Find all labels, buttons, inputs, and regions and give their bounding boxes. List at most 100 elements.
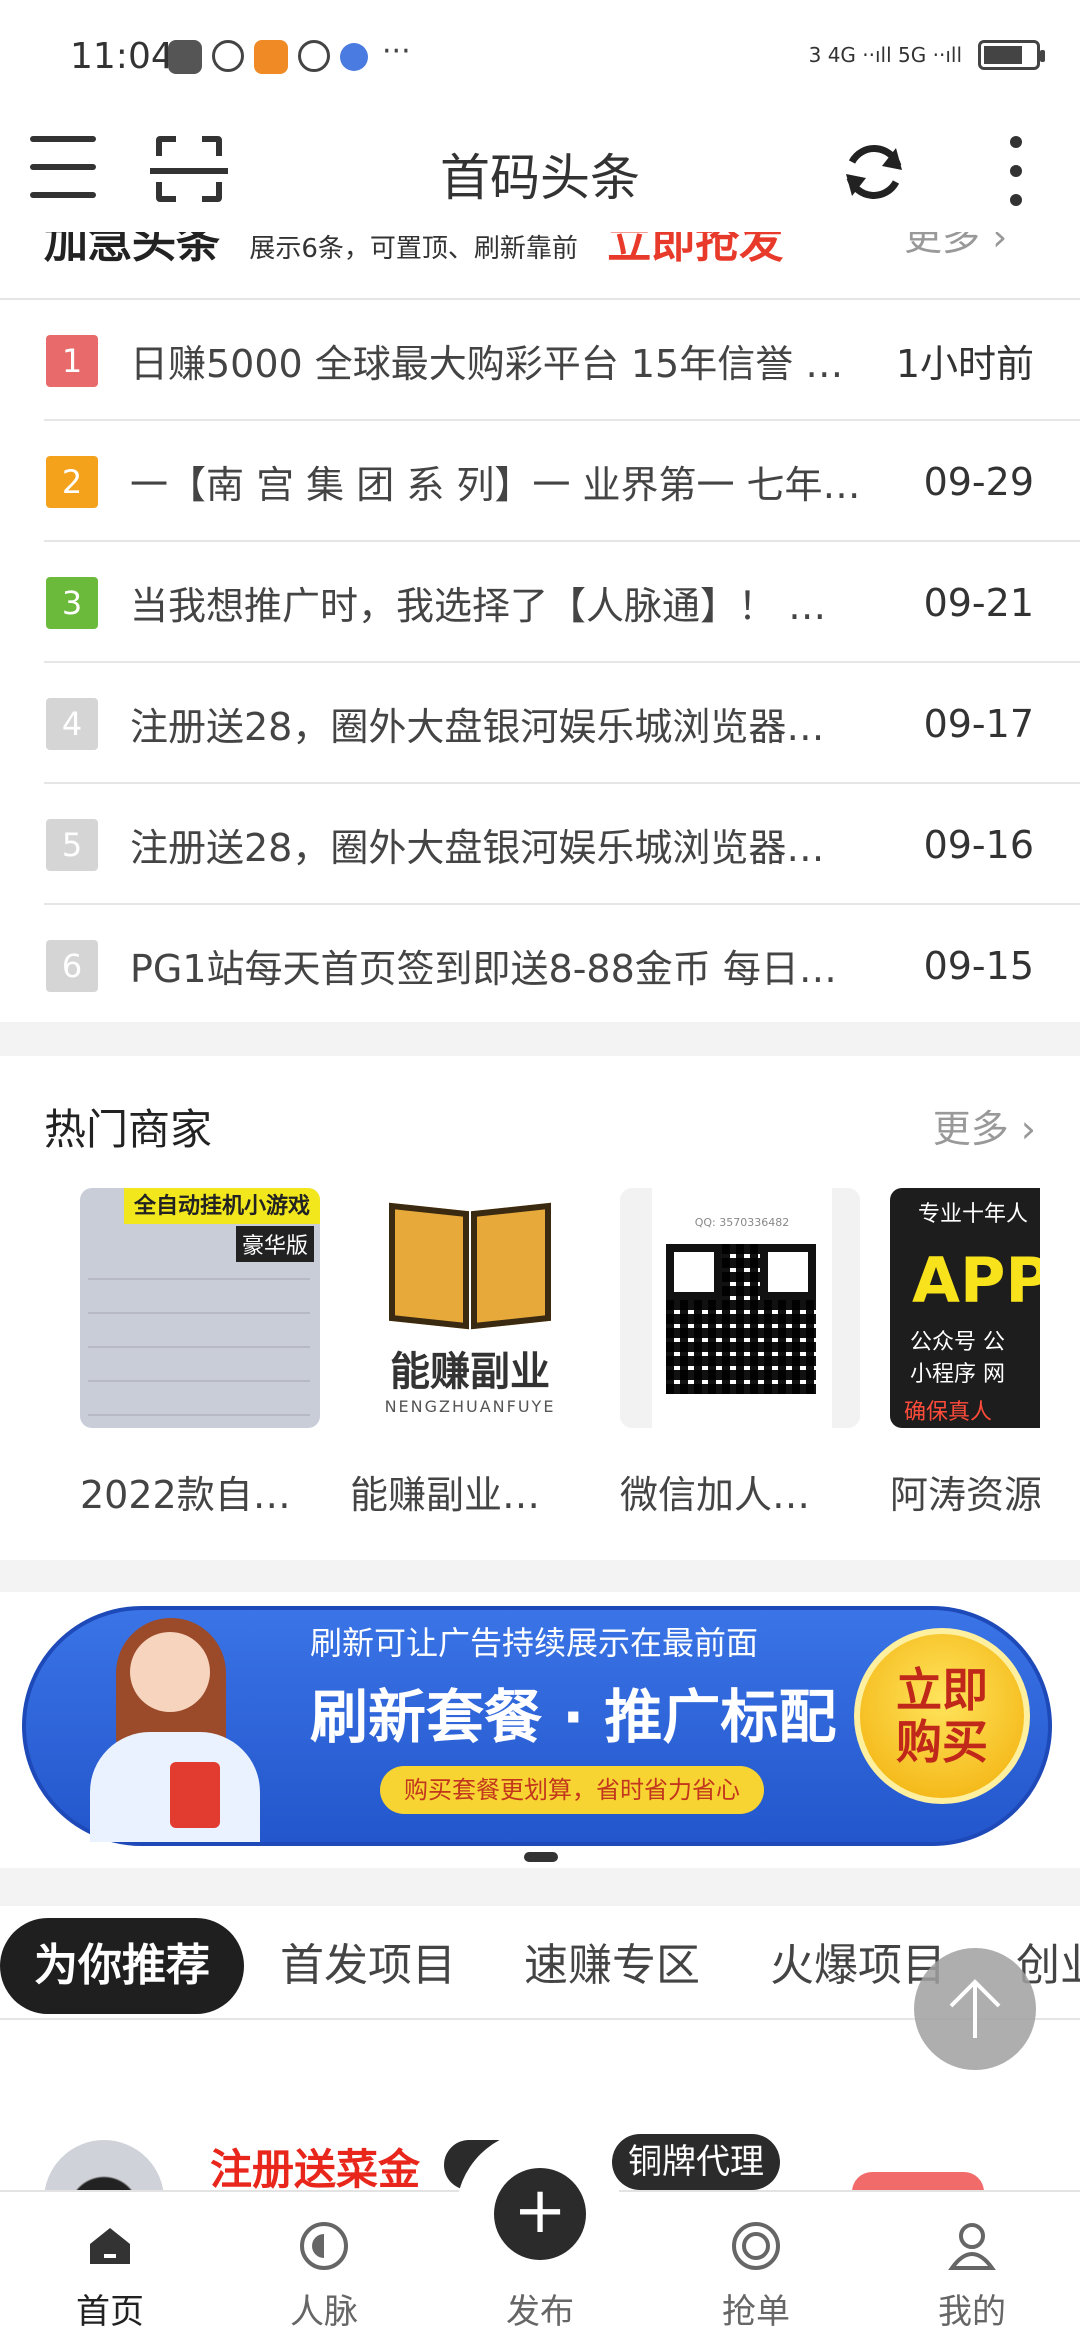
news-header: 加急头条 展示6条，可置顶、刷新靠前 立即抢发 更多 › xyxy=(44,232,1007,270)
promo-top-text: 刷新可让广告持续展示在最前面 xyxy=(310,1624,759,1662)
app-bar: 首码头条 xyxy=(0,110,1080,232)
status-badge xyxy=(852,2172,984,2190)
rank-badge: 4 xyxy=(46,697,98,750)
agent-level-badge: 铜牌代理 xyxy=(612,2134,780,2190)
page-title: 首码头条 xyxy=(440,149,640,207)
nav-publish[interactable]: 发布 xyxy=(470,2192,610,2340)
buy-now-button[interactable]: 立即 购买 xyxy=(854,1628,1030,1804)
globe-icon xyxy=(340,43,368,71)
merchant-image: QQ: 3570336482 xyxy=(620,1188,860,1428)
news-title: 日赚5000 全球最大购彩平台 15年信誉 … xyxy=(130,342,844,386)
news-time: 09-16 xyxy=(923,822,1034,867)
avatar[interactable] xyxy=(44,2140,164,2190)
hot-merchants-section: 热门商家 更多 › 全自动挂机小游戏 豪华版 2022款自… 能赚副业 NENG… xyxy=(0,1056,1080,1560)
promo-banner[interactable]: 刷新可让广告持续展示在最前面 刷新套餐 · 推广标配 购买套餐更划算，省时省力省… xyxy=(0,1592,1080,1868)
qq-text: QQ: 3570336482 xyxy=(694,1216,790,1229)
nav-label: 发布 xyxy=(506,2292,574,2332)
bottom-navigation: 首页 人脉 + 发布 抢单 我的 xyxy=(0,2130,1080,2340)
nav-label: 我的 xyxy=(938,2292,1006,2332)
image-tag: 豪华版 xyxy=(235,1226,314,1262)
news-time: 09-15 xyxy=(923,943,1034,988)
rank-badge: 6 xyxy=(46,939,98,992)
section-title: 热门商家 xyxy=(44,1105,213,1154)
notification-icons xyxy=(168,40,368,74)
promo-headline: 刷新套餐 · 推广标配 xyxy=(310,1683,837,1751)
post-now-link[interactable]: 立即抢发 xyxy=(607,232,783,268)
logo-subtext: NENGZHUANFUYE xyxy=(384,1396,556,1416)
status-right: 3 4G ··ıll 5G ··ıll xyxy=(808,40,1045,70)
merchant-image: 专业十年人 APP推 公众号 公 小程序 网 确保真人 xyxy=(890,1188,1040,1428)
signal-icon: 3 4G ··ıll 5G ··ıll xyxy=(808,43,962,67)
tab-quick-earn[interactable]: 速赚专区 xyxy=(524,1918,700,2014)
nav-label: 人脉 xyxy=(290,2292,358,2332)
news-section-subtitle: 展示6条，可置顶、刷新靠前 xyxy=(249,234,578,264)
news-more-link[interactable]: 更多 › xyxy=(904,232,1007,261)
merchants-more-link[interactable]: 更多 › xyxy=(933,1098,1036,1153)
news-title: PG1站每天首页签到即送8-88金币 每日… xyxy=(130,947,837,991)
merchant-name: 阿涛资源 xyxy=(890,1473,1040,1517)
news-item[interactable]: 3 当我想推广时，我选择了【人脉通】！ … 09-21 xyxy=(0,542,1080,663)
refresh-icon[interactable] xyxy=(838,136,910,208)
back-to-top-button[interactable] xyxy=(914,1948,1036,2070)
nav-contacts[interactable]: 人脉 xyxy=(254,2192,394,2340)
news-item[interactable]: 4 注册送28，圈外大盘银河娱乐城浏览器… 09-17 xyxy=(0,663,1080,784)
news-item[interactable]: 2 一【南 宫 集 团 系 列】一 业界第一 七年… 09-29 xyxy=(0,421,1080,542)
merchant-name: 2022款自… xyxy=(80,1473,291,1517)
nav-label: 首页 xyxy=(76,2292,144,2332)
nav-me[interactable]: 我的 xyxy=(902,2192,1042,2340)
merchant-name: 微信加人… xyxy=(620,1473,811,1517)
nav-label: 抢单 xyxy=(722,2292,790,2332)
feed-item-title[interactable]: 注册送菜金 xyxy=(210,2136,420,2190)
qr-code-icon xyxy=(666,1244,816,1394)
red-envelope-icon xyxy=(170,1762,220,1828)
news-title: 一【南 宫 集 团 系 列】一 业界第一 七年… xyxy=(130,463,861,507)
nav-grab-order[interactable]: 抢单 xyxy=(686,2192,826,2340)
news-title: 当我想推广时，我选择了【人脉通】！ … xyxy=(130,584,827,628)
news-section-title: 加急头条 xyxy=(44,232,220,268)
news-item[interactable]: 5 注册送28，圈外大盘银河娱乐城浏览器… 09-16 xyxy=(0,784,1080,905)
promo-person-illustration xyxy=(60,1612,280,1842)
tab-first-release[interactable]: 首发项目 xyxy=(280,1918,456,2014)
news-time: 09-17 xyxy=(923,701,1034,746)
rank-badge: 5 xyxy=(46,818,98,871)
news-time: 09-21 xyxy=(923,580,1034,625)
contacts-icon xyxy=(300,2222,348,2270)
merchant-card[interactable]: 专业十年人 APP推 公众号 公 小程序 网 确保真人 阿涛资源 xyxy=(890,1188,1040,1519)
user-icon xyxy=(948,2223,996,2270)
news-item[interactable]: 1 日赚5000 全球最大购彩平台 15年信誉 … 1小时前 xyxy=(0,300,1080,421)
more-notifications-icon: ··· xyxy=(382,34,411,69)
scan-line xyxy=(150,168,228,174)
merchant-card[interactable]: QQ: 3570336482 微信加人… xyxy=(620,1188,860,1519)
target-icon xyxy=(732,2222,780,2270)
tab-recommended[interactable]: 为你推荐 xyxy=(0,1918,244,2014)
merchant-card[interactable]: 能赚副业 NENGZHUANFUYE 能赚副业… xyxy=(350,1188,590,1519)
news-time: 1小时前 xyxy=(895,342,1034,386)
rank-badge: 2 xyxy=(46,455,98,508)
video-icon xyxy=(254,40,288,74)
merchant-name: 能赚副业… xyxy=(350,1473,541,1517)
bag-icon xyxy=(168,40,202,74)
urgent-news-card: 加急头条 展示6条，可置顶、刷新靠前 立即抢发 更多 › 1 日赚5000 全球… xyxy=(0,232,1080,1022)
merchant-card[interactable]: 全自动挂机小游戏 豪华版 2022款自… xyxy=(80,1188,320,1519)
merchant-image: 能赚副业 NENGZHUANFUYE xyxy=(350,1188,590,1428)
rank-badge: 1 xyxy=(46,334,98,387)
carousel-indicator xyxy=(524,1852,558,1862)
news-list: 1 日赚5000 全球最大购彩平台 15年信誉 … 1小时前 2 一【南 宫 集… xyxy=(0,300,1080,1022)
merchant-carousel[interactable]: 全自动挂机小游戏 豪华版 2022款自… 能赚副业 NENGZHUANFUYE … xyxy=(0,1188,1080,1528)
alipay-icon xyxy=(212,40,244,72)
battery-icon xyxy=(978,40,1045,70)
status-bar: 11:04 ··· 3 4G ··ıll 5G ··ıll xyxy=(0,0,1080,110)
status-time: 11:04 xyxy=(70,36,174,77)
arrow-up-icon xyxy=(949,1979,1001,2038)
merchant-image: 全自动挂机小游戏 豪华版 xyxy=(80,1188,320,1428)
news-item[interactable]: 6 PG1站每天首页签到即送8-88金币 每日… 09-15 xyxy=(0,905,1080,1022)
image-banner-text: 全自动挂机小游戏 xyxy=(124,1188,320,1224)
news-title: 注册送28，圈外大盘银河娱乐城浏览器… xyxy=(130,705,825,749)
more-vert-icon[interactable] xyxy=(1010,136,1026,206)
hand-icon xyxy=(298,40,330,72)
news-time: 09-29 xyxy=(923,459,1034,504)
promo-subtext: 购买套餐更划算，省时省力省心 xyxy=(380,1766,764,1814)
nav-home[interactable]: 首页 xyxy=(40,2192,180,2340)
news-title: 注册送28，圈外大盘银河娱乐城浏览器… xyxy=(130,826,825,870)
home-icon xyxy=(90,2228,130,2264)
